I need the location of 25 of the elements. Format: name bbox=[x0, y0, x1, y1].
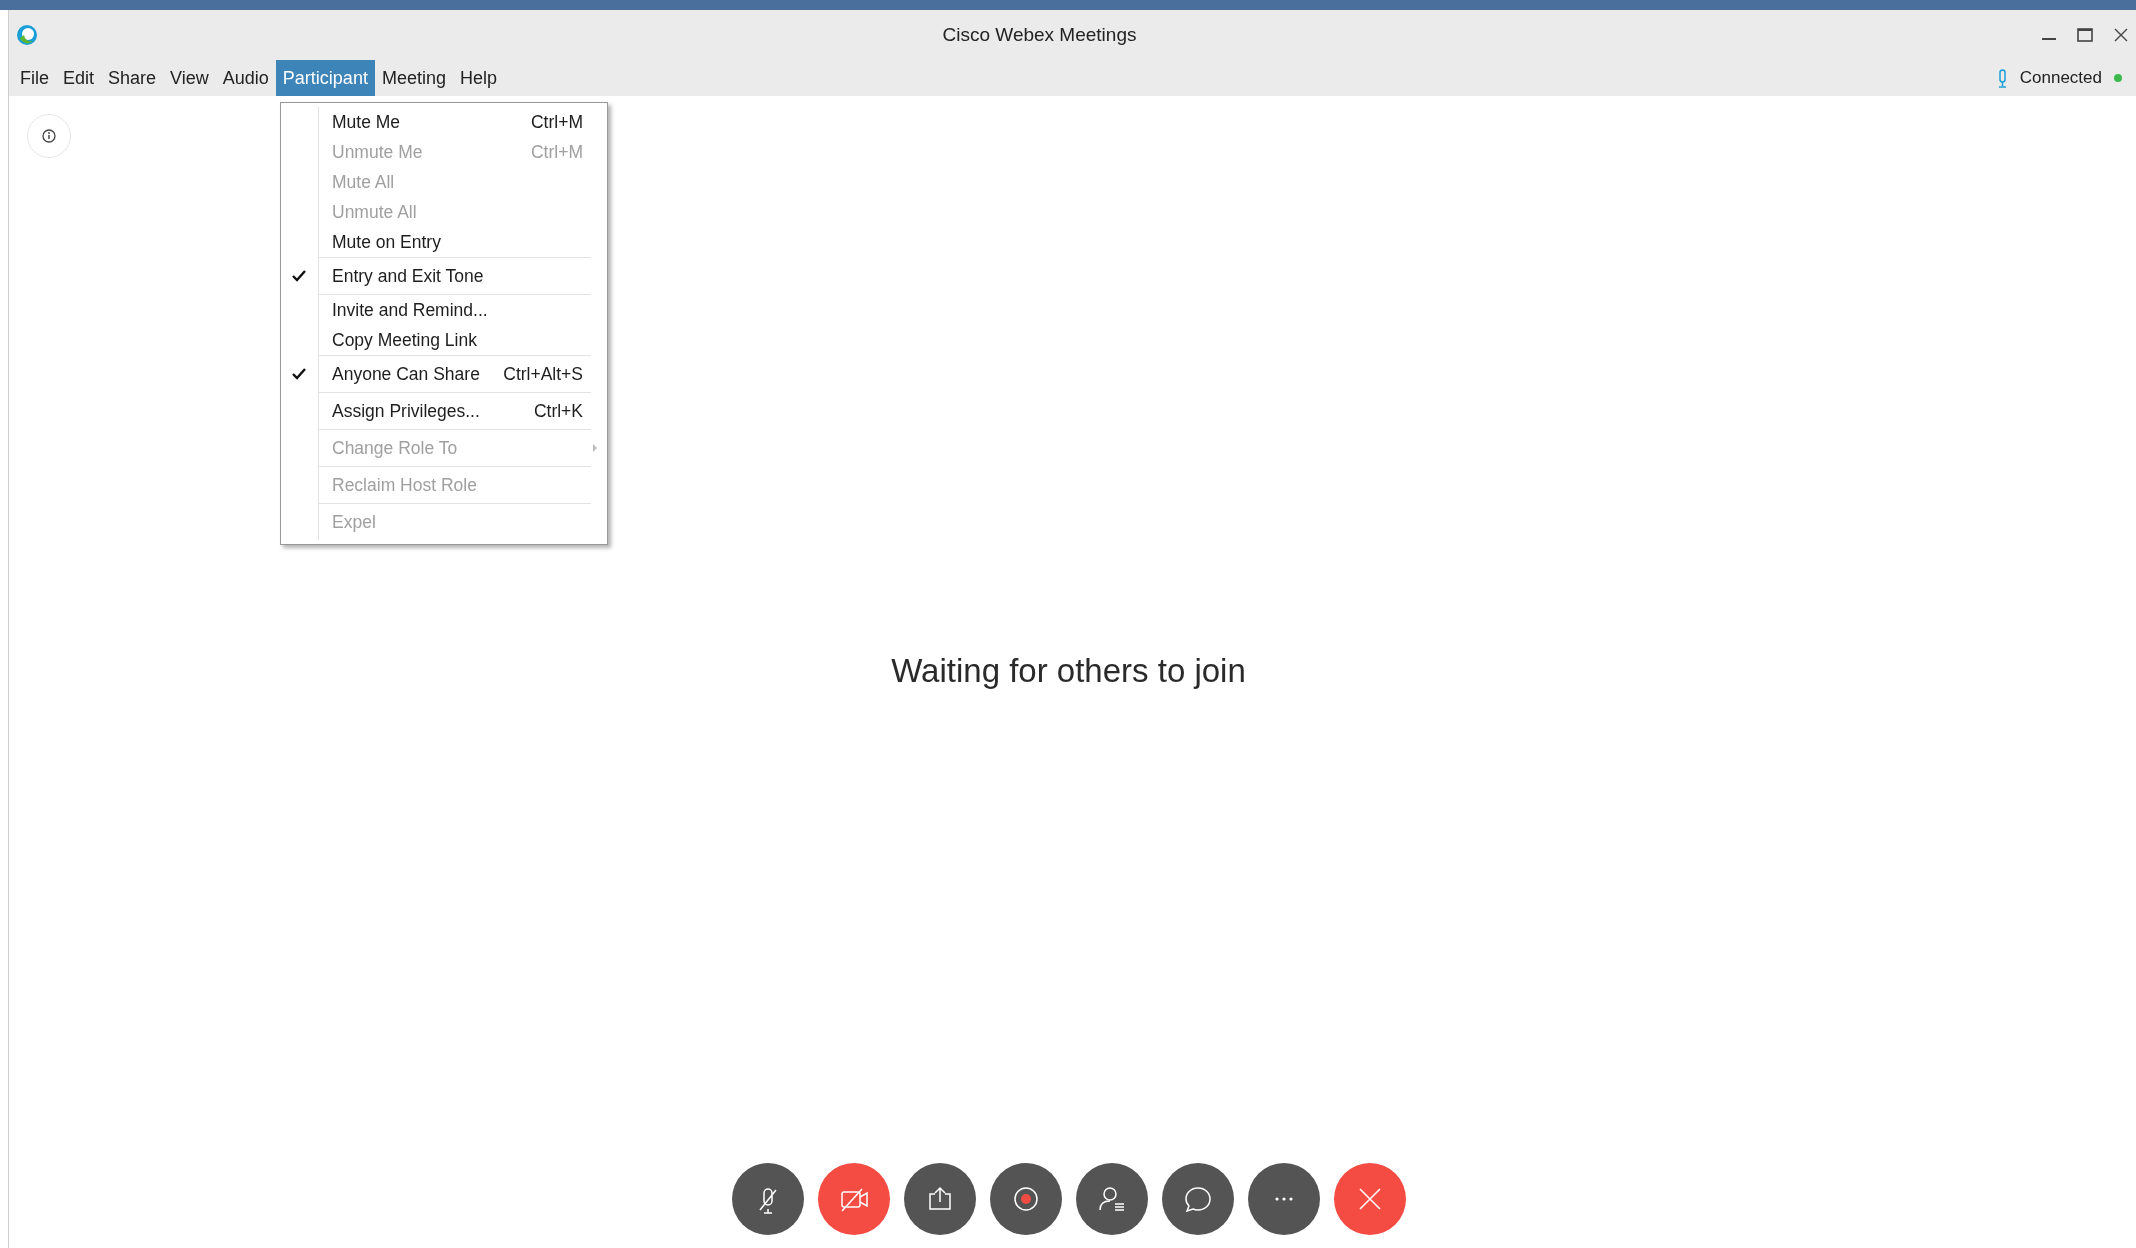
menu-entry[interactable]: Invite and Remind... bbox=[281, 295, 607, 325]
waiting-message: Waiting for others to join bbox=[891, 652, 1246, 690]
menu-item[interactable]: Share bbox=[101, 60, 164, 96]
menu-entry[interactable]: Anyone Can Share Ctrl+Alt+S bbox=[281, 356, 607, 392]
menu-item[interactable]: Participant bbox=[275, 60, 375, 96]
microphone-icon bbox=[1996, 68, 2008, 88]
menu-item[interactable]: Audio bbox=[215, 60, 276, 96]
menu-item[interactable]: File bbox=[13, 60, 56, 96]
menu-entry[interactable]: Mute on Entry bbox=[281, 227, 607, 257]
menu-item[interactable]: View bbox=[163, 60, 216, 96]
app-logo-icon bbox=[15, 23, 39, 47]
menu-item[interactable]: Help bbox=[452, 60, 504, 96]
close-icon[interactable] bbox=[2112, 26, 2130, 44]
menu-entry[interactable]: Mute Me Ctrl+M bbox=[281, 107, 607, 137]
menu-item[interactable]: Meeting bbox=[374, 60, 453, 96]
more-icon bbox=[1274, 1197, 1293, 1201]
window-title: Cisco Webex Meetings bbox=[941, 24, 1138, 46]
connection-status: Connected bbox=[2019, 68, 2102, 88]
menu-entry[interactable]: Entry and Exit Tone bbox=[281, 258, 607, 294]
maximize-icon[interactable] bbox=[2076, 26, 2094, 44]
info-icon bbox=[41, 128, 57, 144]
info-button[interactable] bbox=[27, 114, 71, 158]
menu-entry[interactable]: Assign Privileges... Ctrl+K bbox=[281, 393, 607, 429]
menu-item[interactable]: Edit bbox=[56, 60, 102, 96]
menu-entry[interactable]: Copy Meeting Link bbox=[281, 325, 607, 355]
